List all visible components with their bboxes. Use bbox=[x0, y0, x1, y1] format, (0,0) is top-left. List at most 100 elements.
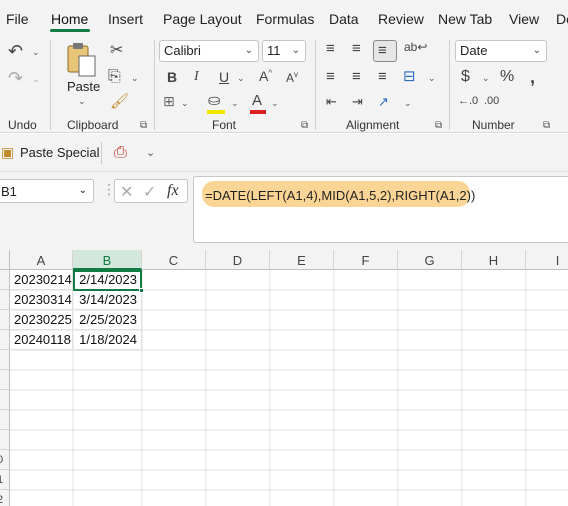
increase-decimal-icon[interactable]: ←.0 bbox=[458, 96, 478, 107]
increase-indent-icon[interactable]: ⇥ bbox=[352, 95, 363, 108]
increase-font-size-icon[interactable]: A^ bbox=[259, 69, 272, 83]
italic-button[interactable]: I bbox=[194, 70, 199, 84]
row-header[interactable] bbox=[0, 310, 10, 330]
paste-special-icon[interactable]: ▣ bbox=[1, 145, 14, 159]
formula-text: =DATE(LEFT(A1,4),MID(A1,5,2),RIGHT(A1,2)… bbox=[205, 188, 476, 203]
row-header[interactable] bbox=[0, 290, 10, 310]
copy-icon[interactable]: ⎘ bbox=[108, 69, 121, 85]
number-launcher-icon[interactable]: ⧉ bbox=[543, 120, 550, 131]
tab-new-tab[interactable]: New Tab bbox=[438, 11, 492, 27]
redo-icon[interactable]: ↷ bbox=[8, 69, 23, 87]
underline-button[interactable]: U bbox=[219, 70, 229, 84]
undo-dropdown-icon[interactable]: ⌄ bbox=[32, 47, 40, 58]
font-size-select[interactable]: 11 ⌄ bbox=[262, 40, 306, 62]
paste-dropdown-icon[interactable]: ⌄ bbox=[78, 96, 86, 107]
comma-style-icon[interactable]: , bbox=[530, 68, 535, 86]
orientation-icon[interactable]: ↗ bbox=[378, 95, 389, 108]
column-header-g[interactable]: G bbox=[398, 250, 462, 270]
percent-icon[interactable]: % bbox=[500, 69, 514, 85]
tab-view[interactable]: View bbox=[509, 11, 539, 27]
align-left-icon[interactable]: ≡ bbox=[326, 69, 335, 84]
column-header-b[interactable]: B bbox=[73, 250, 142, 270]
row-header[interactable]: 2 bbox=[0, 490, 10, 506]
chevron-down-icon: ⌄ bbox=[244, 45, 253, 56]
name-box[interactable]: B1 ⌄ bbox=[0, 179, 94, 203]
paste-label[interactable]: Paste bbox=[67, 79, 100, 94]
tab-insert[interactable]: Insert bbox=[108, 11, 143, 27]
group-label-font: Font bbox=[212, 118, 237, 132]
clipboard-launcher-icon[interactable]: ⧉ bbox=[140, 120, 147, 131]
tab-review[interactable]: Review bbox=[378, 11, 424, 27]
column-header-a[interactable]: A bbox=[10, 250, 73, 270]
row-header[interactable] bbox=[0, 330, 10, 350]
alignment-launcher-icon[interactable]: ⧉ bbox=[435, 120, 442, 131]
row-header[interactable] bbox=[0, 370, 10, 390]
select-all-corner[interactable] bbox=[0, 250, 10, 270]
font-color-dropdown-icon[interactable]: ⌄ bbox=[271, 98, 279, 109]
align-right-icon[interactable]: ≡ bbox=[378, 69, 387, 84]
tab-developer[interactable]: De bbox=[556, 11, 568, 27]
fill-handle[interactable] bbox=[139, 288, 144, 293]
column-header-e[interactable]: E bbox=[270, 250, 334, 270]
row-number: 2 bbox=[0, 494, 4, 506]
chevron-down-icon: ⌄ bbox=[291, 45, 300, 56]
ribbon-separator bbox=[315, 40, 316, 130]
row-header[interactable] bbox=[0, 270, 10, 290]
bold-button[interactable]: B bbox=[167, 70, 177, 84]
format-painter-icon[interactable]: 🖌 bbox=[110, 94, 129, 109]
fill-color-icon[interactable]: ⛀ bbox=[208, 93, 221, 108]
paste-icon[interactable] bbox=[66, 42, 98, 78]
wrap-text-icon[interactable]: ab↩ bbox=[404, 41, 427, 53]
enter-icon[interactable]: ✓ bbox=[143, 182, 156, 202]
row-header[interactable]: 0 bbox=[0, 450, 10, 470]
underline-dropdown-icon[interactable]: ⌄ bbox=[237, 73, 245, 84]
row-header[interactable] bbox=[0, 350, 10, 370]
decrease-font-size-icon[interactable]: Av bbox=[286, 71, 298, 85]
ribbon-separator bbox=[154, 40, 155, 130]
formula-input[interactable]: =DATE(LEFT(A1,4),MID(A1,5,2),RIGHT(A1,2)… bbox=[193, 176, 568, 243]
row-header[interactable] bbox=[0, 410, 10, 430]
undo-icon[interactable]: ↶ bbox=[8, 42, 23, 60]
align-top-icon[interactable]: ≡ bbox=[326, 41, 335, 56]
redo-dropdown-icon[interactable]: ⌄ bbox=[32, 74, 40, 85]
copy-dropdown-icon[interactable]: ⌄ bbox=[131, 73, 139, 84]
print-preview-icon[interactable]: ⎙ bbox=[114, 145, 127, 161]
decrease-indent-icon[interactable]: ⇤ bbox=[326, 95, 337, 108]
borders-dropdown-icon[interactable]: ⌄ bbox=[181, 98, 189, 109]
active-tab-indicator bbox=[50, 29, 90, 32]
row-header[interactable]: 1 bbox=[0, 470, 10, 490]
font-launcher-icon[interactable]: ⧉ bbox=[301, 120, 308, 131]
fill-color-dropdown-icon[interactable]: ⌄ bbox=[231, 98, 239, 109]
row-header[interactable] bbox=[0, 430, 10, 450]
merge-center-icon[interactable]: ⊟ bbox=[403, 69, 416, 84]
column-header-d[interactable]: D bbox=[206, 250, 270, 270]
align-middle-icon[interactable]: ≡ bbox=[352, 41, 361, 56]
row-header[interactable] bbox=[0, 390, 10, 410]
column-header-h[interactable]: H bbox=[462, 250, 526, 270]
font-color-icon[interactable]: A bbox=[252, 93, 262, 108]
cut-icon[interactable]: ✂ bbox=[110, 43, 123, 59]
align-center-icon[interactable]: ≡ bbox=[352, 69, 361, 84]
align-bottom-icon: ≡ bbox=[378, 42, 387, 59]
tab-home[interactable]: Home bbox=[51, 11, 88, 27]
font-name-value: Calibri bbox=[164, 43, 201, 58]
decrease-decimal-icon[interactable]: .00 bbox=[484, 96, 499, 107]
column-header-i[interactable]: I bbox=[526, 250, 568, 270]
currency-icon[interactable]: $ bbox=[461, 69, 470, 85]
tab-data[interactable]: Data bbox=[329, 11, 359, 27]
borders-icon[interactable]: ⊞ bbox=[163, 94, 175, 108]
currency-dropdown-icon[interactable]: ⌄ bbox=[482, 73, 490, 84]
paste-special-button[interactable]: Paste Special bbox=[20, 145, 100, 160]
cancel-icon[interactable]: ✕ bbox=[120, 182, 133, 202]
column-header-c[interactable]: C bbox=[142, 250, 206, 270]
column-header-f[interactable]: F bbox=[334, 250, 398, 270]
tab-formulas[interactable]: Formulas bbox=[256, 11, 314, 27]
tab-page-layout[interactable]: Page Layout bbox=[163, 11, 242, 27]
font-name-select[interactable]: Calibri ⌄ bbox=[159, 40, 259, 62]
tab-file[interactable]: File bbox=[6, 11, 29, 27]
insert-function-icon[interactable]: fx bbox=[167, 182, 179, 200]
customize-qat-icon[interactable]: ⌄ bbox=[146, 146, 155, 159]
orientation-dropdown-icon[interactable]: ⌄ bbox=[404, 98, 412, 109]
number-format-select[interactable]: Date ⌄ bbox=[455, 40, 547, 62]
merge-dropdown-icon[interactable]: ⌄ bbox=[428, 73, 436, 84]
